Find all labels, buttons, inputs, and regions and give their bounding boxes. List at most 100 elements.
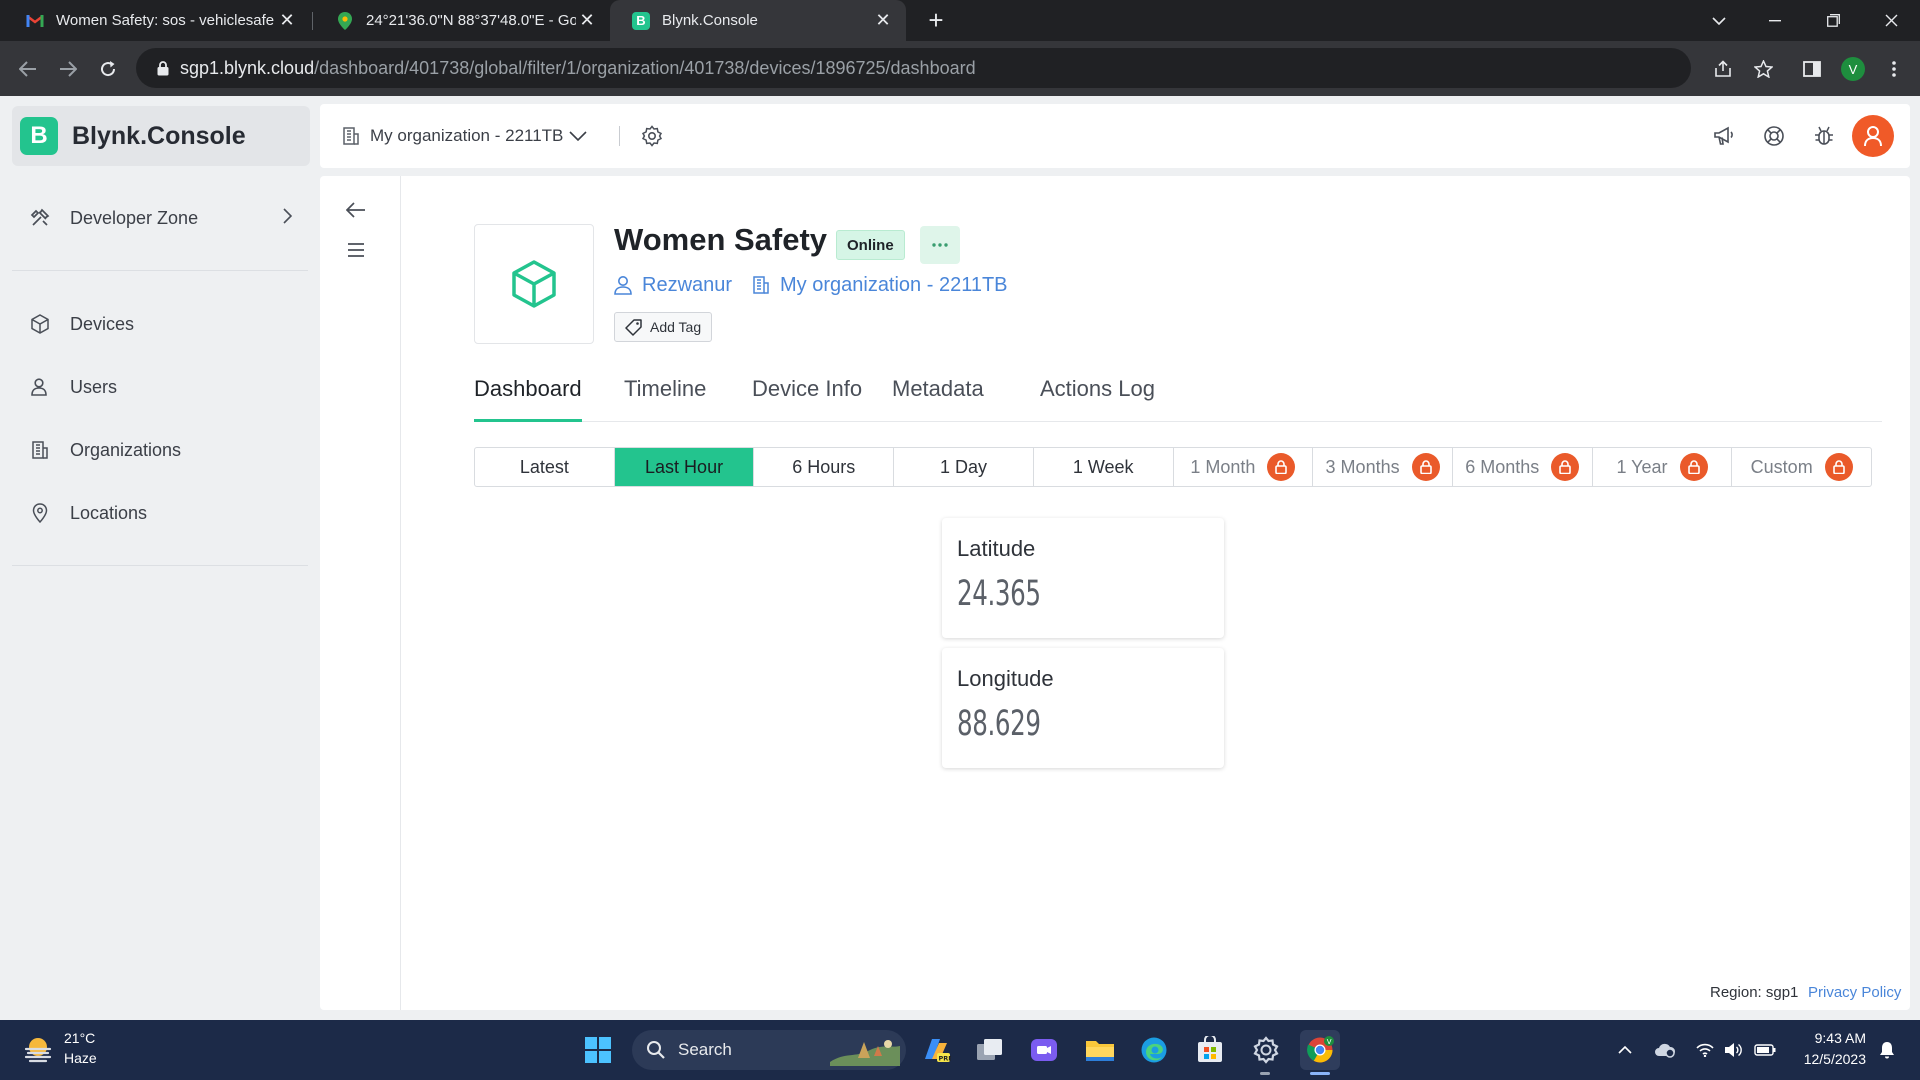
sidebar-item-label: Developer Zone [70, 207, 199, 228]
windows-start-icon[interactable] [578, 1030, 618, 1070]
tab-search-dropdown-icon[interactable] [1690, 0, 1748, 41]
browser-menu-icon[interactable] [1878, 53, 1910, 85]
device-organization-link[interactable]: My organization - 2211TB [752, 270, 1008, 300]
tab-dashboard[interactable]: Dashboard [474, 376, 582, 422]
chrome-icon[interactable]: V [1300, 1030, 1340, 1070]
range-1-month[interactable]: 1 Month [1174, 448, 1314, 486]
sidebar-divider [12, 270, 308, 271]
share-icon[interactable] [1707, 53, 1739, 85]
clock-date[interactable]: 12/5/2023 [1786, 1051, 1866, 1067]
range-custom[interactable]: Custom [1732, 448, 1871, 486]
browser-tab-strip: Women Safety: sos - vehiclesafe ✕ 24°21'… [0, 0, 1920, 41]
clock-time[interactable]: 9:43 AM [1796, 1030, 1866, 1046]
close-tab-icon[interactable]: ✕ [276, 10, 298, 32]
browser-tab-blynk[interactable]: B Blynk.Console ✕ [610, 0, 906, 41]
chevron-down-icon [569, 131, 587, 141]
range-6-months[interactable]: 6 Months [1453, 448, 1593, 486]
address-bar[interactable]: sgp1.blynk.cloud/dashboard/401738/global… [136, 48, 1691, 88]
range-6-hours[interactable]: 6 Hours [754, 448, 895, 486]
lock-icon [1267, 453, 1296, 481]
organization-switcher[interactable]: My organization - 2211TB [342, 104, 587, 168]
device-owner-link[interactable]: Rezwanur [614, 270, 732, 300]
range-latest[interactable]: Latest [475, 448, 615, 486]
range-last-hour[interactable]: Last Hour [614, 448, 755, 486]
reload-icon[interactable] [92, 53, 124, 85]
notification-bell-icon[interactable] [1874, 1036, 1900, 1064]
range-3-months[interactable]: 3 Months [1313, 448, 1453, 486]
device-name: Women Safety [614, 222, 828, 257]
sidebar-divider [12, 565, 308, 566]
running-indicator [1260, 1072, 1270, 1075]
sidebar-item-organizations[interactable]: Organizations [28, 428, 308, 472]
range-label: 3 Months [1325, 456, 1400, 477]
tab-device-info[interactable]: Device Info [752, 376, 862, 422]
browser-tab-gmail[interactable]: Women Safety: sos - vehiclesafe ✕ [4, 0, 310, 41]
main-content: Women Safety Online Rezwanur My organiza… [320, 176, 1910, 1010]
task-view-icon[interactable] [970, 1030, 1010, 1070]
bug-report-icon[interactable] [1810, 122, 1838, 150]
tab-timeline[interactable]: Timeline [624, 376, 706, 422]
microsoft-store-icon[interactable] [1190, 1030, 1230, 1070]
sidebar-item-devices[interactable]: Devices [28, 302, 308, 346]
browser-tab-maps[interactable]: 24°21'36.0"N 88°37'48.0"E - Goo ✕ [314, 0, 610, 41]
forward-icon[interactable] [52, 53, 84, 85]
more-options-button[interactable] [920, 226, 960, 264]
add-tag-button[interactable]: Add Tag [614, 312, 713, 342]
bookmark-star-icon[interactable] [1747, 53, 1779, 85]
top-bar: My organization - 2211TB [320, 104, 1910, 168]
show-hidden-icons-icon[interactable] [1612, 1036, 1638, 1064]
blynk-logo: B [20, 117, 58, 155]
help-lifebuoy-icon[interactable] [1760, 122, 1788, 150]
minimize-icon[interactable] [1746, 0, 1804, 41]
cube-icon [512, 260, 556, 308]
latitude-widget[interactable]: Latitude 24.365 [942, 518, 1224, 638]
hamburger-menu-icon[interactable] [338, 232, 374, 268]
announcement-icon[interactable] [1710, 122, 1738, 150]
sidebar-item-locations[interactable]: Locations [28, 491, 308, 535]
range-1-week[interactable]: 1 Week [1034, 448, 1174, 486]
topbar-divider [619, 126, 620, 146]
new-tab-button[interactable]: + [922, 6, 950, 34]
range-label: Custom [1750, 456, 1813, 477]
user-avatar[interactable] [1852, 115, 1894, 157]
range-1-year[interactable]: 1 Year [1593, 448, 1733, 486]
weather-temperature[interactable]: 21°C [64, 1030, 95, 1046]
range-label: 6 Months [1465, 456, 1540, 477]
lock-icon[interactable] [150, 55, 176, 81]
content-divider [400, 176, 401, 1010]
widget-value: 88.629 [957, 704, 1041, 744]
brand-header[interactable]: B Blynk.Console [12, 106, 310, 166]
edge-browser-icon[interactable] [1134, 1030, 1174, 1070]
weather-condition[interactable]: Haze [64, 1050, 97, 1066]
blynk-icon: B [632, 11, 650, 30]
svg-text:PRE: PRE [939, 1055, 952, 1063]
close-window-icon[interactable] [1862, 0, 1920, 41]
range-1-day[interactable]: 1 Day [894, 448, 1034, 486]
wifi-icon[interactable] [1692, 1036, 1718, 1064]
tab-actions-log[interactable]: Actions Log [1040, 376, 1155, 422]
side-panel-icon[interactable] [1796, 53, 1828, 85]
cloud-sync-icon[interactable] [1652, 1036, 1678, 1064]
settings-gear-icon[interactable] [1246, 1030, 1286, 1070]
weather-haze-icon[interactable] [22, 1034, 54, 1066]
restore-icon[interactable] [1804, 0, 1862, 41]
sidebar-item-users[interactable]: Users [28, 365, 308, 409]
back-arrow-icon[interactable] [338, 192, 374, 228]
taskbar-search[interactable]: Search [632, 1030, 906, 1070]
building-icon [28, 438, 52, 462]
volume-icon[interactable] [1720, 1036, 1746, 1064]
privacy-policy-link[interactable]: Privacy Policy [1808, 984, 1901, 1001]
longitude-widget[interactable]: Longitude 88.629 [942, 648, 1224, 768]
close-tab-icon[interactable]: ✕ [576, 10, 598, 32]
file-explorer-icon[interactable] [1080, 1030, 1120, 1070]
close-tab-icon[interactable]: ✕ [872, 10, 894, 32]
tab-title: Blynk.Console [662, 12, 758, 29]
profile-avatar[interactable]: V [1841, 57, 1865, 81]
sidebar-item-developer-zone[interactable]: Developer Zone [28, 196, 308, 240]
tab-metadata[interactable]: Metadata [892, 376, 984, 422]
battery-icon[interactable] [1752, 1036, 1778, 1064]
back-icon[interactable] [12, 53, 44, 85]
video-meeting-icon[interactable] [1024, 1030, 1064, 1070]
gear-icon[interactable] [638, 122, 666, 150]
copilot-preview-icon[interactable]: PRE [916, 1030, 956, 1070]
